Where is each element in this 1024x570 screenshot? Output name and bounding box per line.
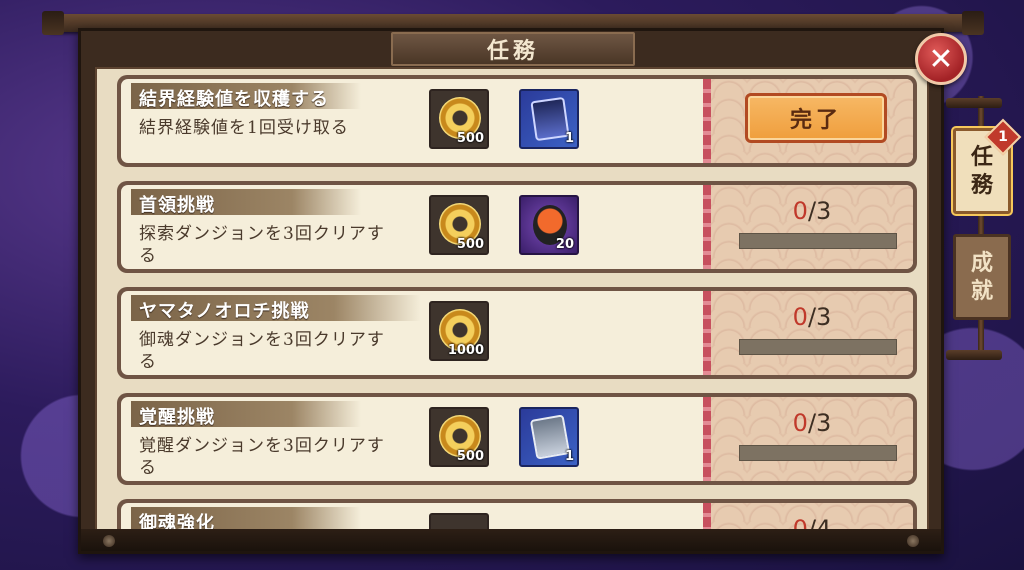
task-status-panel: 0/3 bbox=[711, 397, 913, 481]
progress-bar bbox=[739, 445, 897, 461]
window-title: 任務 bbox=[486, 38, 539, 64]
reward-qty: 20 bbox=[555, 237, 574, 252]
close-button[interactable]: ✕ bbox=[915, 33, 967, 85]
reward-qty: 1000 bbox=[447, 343, 484, 358]
progress-text: 0/3 bbox=[711, 197, 913, 225]
task-description: 探索ダンジョンを3回クリアする bbox=[139, 224, 385, 266]
reward-item[interactable]: 500 bbox=[429, 89, 489, 149]
progress-text: 0/3 bbox=[711, 409, 913, 437]
task-list[interactable]: 結界経験値を収穫する 結界経験値を1回受け取る 500 1 完了 首領挑戦 探索… bbox=[95, 67, 929, 531]
task-title: 結界経験値を収穫する bbox=[139, 89, 329, 110]
task-description: 結界経験値を1回受け取る bbox=[139, 118, 349, 138]
progress-current: 0 bbox=[792, 409, 808, 437]
reward-qty: 500 bbox=[456, 131, 484, 146]
task-window: 任務 結界経験値を収穫する 結界経験値を1回受け取る 500 1 完了 首領挑戦… bbox=[78, 28, 944, 554]
progress-text: 0/3 bbox=[711, 303, 913, 331]
task-status-panel: 0/3 bbox=[711, 185, 913, 269]
reward-item[interactable]: 1 bbox=[519, 89, 579, 149]
progress-current: 0 bbox=[792, 197, 808, 225]
progress-bar bbox=[739, 339, 897, 355]
task-title: ヤマタノオロチ挑戦 bbox=[139, 301, 310, 322]
progress-total: /3 bbox=[807, 409, 832, 437]
progress-total: /3 bbox=[807, 303, 832, 331]
tab-tasks-label: 任 務 bbox=[970, 144, 993, 198]
task-status-panel: 完了 bbox=[711, 79, 913, 163]
reward-item[interactable]: 20 bbox=[519, 195, 579, 255]
reward-item[interactable]: 1000 bbox=[429, 301, 489, 361]
progress-total: /3 bbox=[807, 197, 832, 225]
title-plate: 任務 bbox=[391, 32, 635, 66]
complete-button[interactable]: 完了 bbox=[745, 93, 887, 143]
task-row: 覚醒挑戦 覚醒ダンジョンを3回クリアする 500 1 0/3 bbox=[117, 393, 917, 485]
tab-achievements[interactable]: 成 就 bbox=[953, 234, 1011, 320]
reward-qty: 500 bbox=[456, 237, 484, 252]
task-status-panel: 0/3 bbox=[711, 291, 913, 375]
window-bottom-bar bbox=[81, 529, 941, 551]
task-title: 覚醒挑戦 bbox=[139, 407, 215, 428]
task-row: 結界経験値を収穫する 結界経験値を1回受け取る 500 1 完了 bbox=[117, 75, 917, 167]
progress-current: 0 bbox=[792, 303, 808, 331]
task-description: 覚醒ダンジョンを3回クリアする bbox=[139, 436, 385, 478]
task-status-panel: 0/4 bbox=[711, 503, 913, 529]
reward-qty: 1 bbox=[564, 449, 574, 464]
progress-bar bbox=[739, 233, 897, 249]
reward-item[interactable]: 1 bbox=[519, 407, 579, 467]
task-row: 首領挑戦 探索ダンジョンを3回クリアする 500 20 0/3 bbox=[117, 181, 917, 273]
task-row: ヤマタノオロチ挑戦 御魂ダンジョンを3回クリアする 1000 0/3 bbox=[117, 287, 917, 379]
task-description: 御魂ダンジョンを3回クリアする bbox=[139, 330, 385, 372]
close-icon: ✕ bbox=[928, 41, 954, 77]
task-title: 御魂強化 bbox=[139, 513, 215, 531]
reward-qty: 1 bbox=[564, 131, 574, 146]
reward-qty: 500 bbox=[456, 449, 484, 464]
reward-item[interactable]: 500 bbox=[429, 195, 489, 255]
reward-item[interactable]: 500 bbox=[429, 407, 489, 467]
tab-achievements-label: 成 就 bbox=[970, 250, 993, 304]
task-row: 御魂強化 0/4 bbox=[117, 499, 917, 531]
task-title: 首領挑戦 bbox=[139, 195, 215, 216]
breakthrough-ticket-icon bbox=[530, 96, 570, 142]
